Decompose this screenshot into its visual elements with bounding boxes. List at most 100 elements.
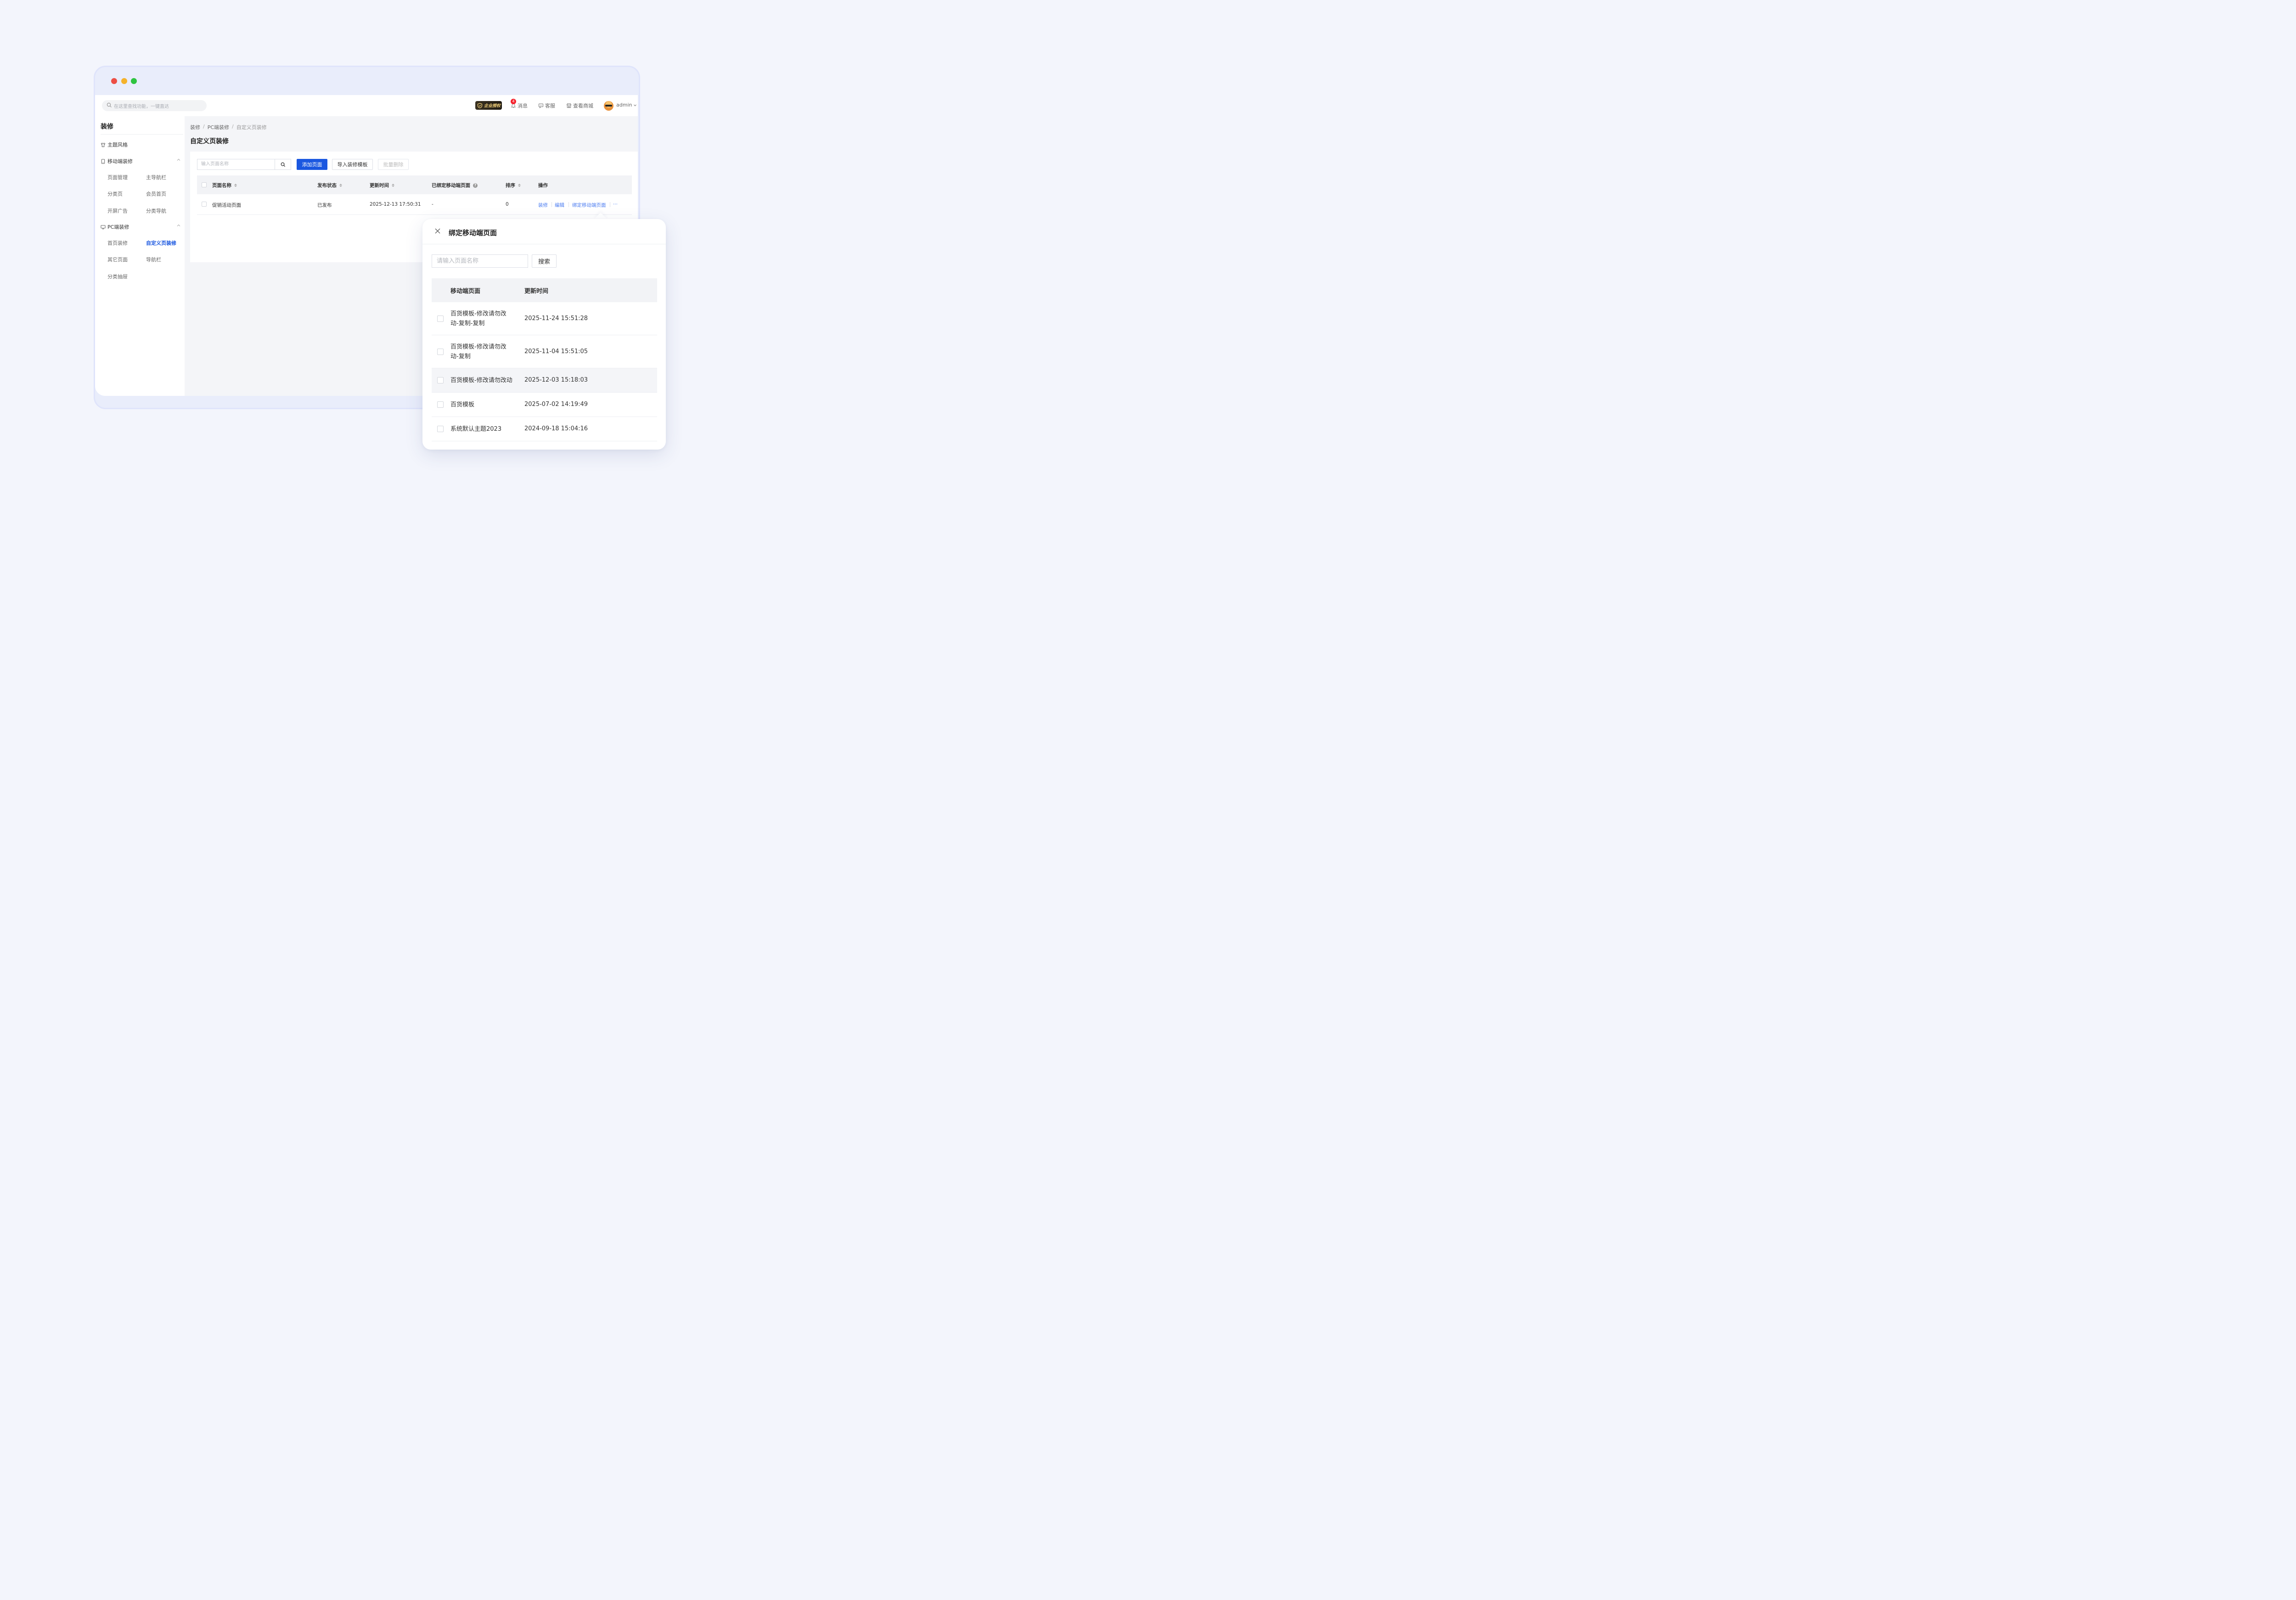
chevron-up-icon[interactable] [176, 158, 181, 163]
customer-service-button[interactable]: 客服 [538, 102, 555, 109]
sidebar-divider [101, 134, 183, 135]
action-separator [568, 202, 569, 207]
row-bound-mobile: - [432, 202, 433, 207]
sidebar-mobile-label: 移动端装修 [107, 158, 133, 164]
table-row[interactable]: 百货模板 2025-07-02 14:19:49 [432, 393, 657, 417]
enterprise-auth-label: 企业授权 [484, 104, 501, 108]
search-button[interactable] [275, 159, 291, 170]
sidebar-item-home-decor[interactable]: 首页装修 [107, 239, 128, 247]
sidebar-group-mobile[interactable]: 移动端装修 [101, 158, 133, 165]
sidebar-item-custom-page[interactable]: 自定义页装修 [146, 239, 176, 247]
col-actions-label: 操作 [538, 183, 548, 188]
mobile-page-name: 百货模板 [450, 401, 475, 408]
row-checkbox[interactable] [437, 315, 444, 322]
close-icon[interactable] [434, 227, 441, 237]
col-order-label: 排序 [506, 183, 515, 188]
popover-table-header: 移动端页面 更新时间 [432, 278, 657, 302]
close-window-button[interactable] [111, 78, 117, 84]
sidebar-item-main-nav[interactable]: 主导航栏 [146, 174, 166, 181]
sidebar-group-pc[interactable]: PC端装修 [101, 223, 129, 231]
col-publish-status[interactable]: 发布状态 [317, 182, 342, 189]
import-template-button[interactable]: 导入装修模板 [332, 159, 373, 170]
row-checkbox[interactable] [437, 401, 444, 408]
mobile-page-time: 2024-09-18 15:04:16 [524, 425, 588, 432]
breadcrumb-current: 自定义页装修 [236, 124, 267, 130]
breadcrumb-separator: / [232, 124, 234, 130]
mobile-icon [101, 158, 105, 164]
col-publish-status-label: 发布状态 [317, 183, 337, 188]
view-store-label: 查看商城 [573, 103, 593, 109]
table-row[interactable]: 百货模板-修改请勿改动 2025-12-03 15:18:03 [432, 368, 657, 393]
sidebar-title: 装修 [101, 123, 113, 130]
col-bound-mobile-label: 已绑定移动端页面 [432, 183, 470, 188]
sidebar-item-category-page[interactable]: 分类页 [107, 190, 123, 197]
col-page-name-label: 页面名称 [212, 183, 231, 188]
sort-icon [392, 184, 394, 187]
col-bound-mobile: 已绑定移动端页面 ? [432, 182, 478, 189]
sidebar-item-other-pages[interactable]: 其它页面 [107, 256, 128, 263]
sidebar-item-category-drawer[interactable]: 分类抽屉 [107, 273, 128, 280]
edit-link[interactable]: 编辑 [555, 202, 564, 208]
avatar[interactable] [604, 101, 613, 111]
sidebar-item-category-nav[interactable]: 分类导航 [146, 207, 166, 214]
global-search-placeholder: 在这里查找功能，一键直达 [114, 104, 169, 109]
batch-delete-button[interactable]: 批量删除 [378, 159, 409, 170]
mobile-page-time: 2025-11-04 15:51:05 [524, 348, 588, 355]
row-publish-status: 已发布 [317, 203, 332, 208]
table-row[interactable]: 百货模板-修改请勿改动-复制-复制 2025-11-24 15:51:28 [432, 302, 657, 335]
messages-label: 消息 [518, 103, 528, 109]
help-icon[interactable]: ? [473, 183, 478, 188]
breadcrumb-item[interactable]: 装修 [190, 124, 200, 131]
mobile-page-name: 百货模板-修改请勿改动 [450, 377, 512, 384]
decorate-link[interactable]: 装修 [538, 202, 548, 208]
col-updated-time[interactable]: 更新时间 [370, 182, 394, 189]
row-divider [197, 214, 632, 215]
page-title: 自定义页装修 [190, 138, 229, 145]
customer-service-label: 客服 [545, 103, 555, 109]
mobile-page-time: 2025-07-02 14:19:49 [524, 401, 588, 408]
col-order[interactable]: 排序 [506, 182, 521, 189]
search-icon [107, 102, 112, 107]
bind-mobile-link[interactable]: 绑定移动端页面 [572, 202, 606, 208]
mobile-page-search-input[interactable]: 请输入页面名称 [432, 254, 528, 268]
add-page-button[interactable]: 添加页面 [297, 159, 327, 170]
enterprise-auth-badge[interactable]: 企业授权 [475, 101, 502, 110]
select-all-checkbox[interactable] [202, 182, 207, 187]
col-page-name[interactable]: 页面名称 [212, 182, 237, 189]
row-checkbox[interactable] [437, 426, 444, 432]
page-name-search-input[interactable]: 输入页面名称 [197, 159, 275, 170]
col-actions: 操作 [538, 182, 548, 189]
sidebar-pc-label: PC端装修 [107, 224, 129, 230]
mobile-page-name: 百货模板-修改请勿改动-复制 [450, 344, 506, 360]
notification-count-badge: 4 [511, 99, 516, 104]
row-order: 0 [506, 202, 509, 207]
mobile-page-time: 2025-11-24 15:51:28 [524, 315, 588, 322]
user-menu[interactable]: admin [616, 102, 637, 108]
sidebar-item-navbar[interactable]: 导航栏 [146, 256, 161, 263]
table-header: 页面名称 发布状态 更新时间 已绑定移动端页面 ? 排序 操作 [197, 175, 632, 194]
sort-icon [339, 184, 342, 187]
breadcrumb-item[interactable]: PC端装修 [208, 124, 229, 131]
username-label: admin [616, 102, 632, 108]
maximize-window-button[interactable] [131, 78, 137, 84]
row-checkbox[interactable] [437, 349, 444, 355]
minimize-window-button[interactable] [121, 78, 127, 84]
row-checkbox[interactable] [202, 202, 207, 207]
popover-search-button[interactable]: 搜索 [532, 254, 557, 268]
breadcrumb: 装修 / PC端装修 / 自定义页装修 [190, 124, 267, 131]
sidebar-item-page-manage[interactable]: 页面管理 [107, 174, 128, 181]
table-row[interactable]: 百货模板-修改请勿改动-复制 2025-11-04 15:51:05 [432, 335, 657, 368]
chevron-up-icon[interactable] [176, 223, 181, 229]
col-mobile-updated: 更新时间 [524, 288, 549, 295]
global-search-input[interactable]: 在这里查找功能，一键直达 [102, 100, 207, 111]
chevron-down-icon [634, 104, 637, 106]
row-checkbox[interactable] [437, 377, 444, 383]
more-actions-icon[interactable]: ··· [613, 202, 618, 207]
view-store-button[interactable]: 查看商城 [566, 102, 593, 109]
shirt-icon [101, 142, 106, 147]
mobile-page-time: 2025-12-03 15:18:03 [524, 377, 588, 383]
sidebar-item-theme[interactable]: 主题风格 [101, 141, 128, 148]
sidebar-item-member-home[interactable]: 会员首页 [146, 190, 166, 197]
sidebar-item-splash-ad[interactable]: 开屏广告 [107, 207, 128, 214]
table-row[interactable]: 系统默认主题2023 2024-09-18 15:04:16 [432, 417, 657, 441]
